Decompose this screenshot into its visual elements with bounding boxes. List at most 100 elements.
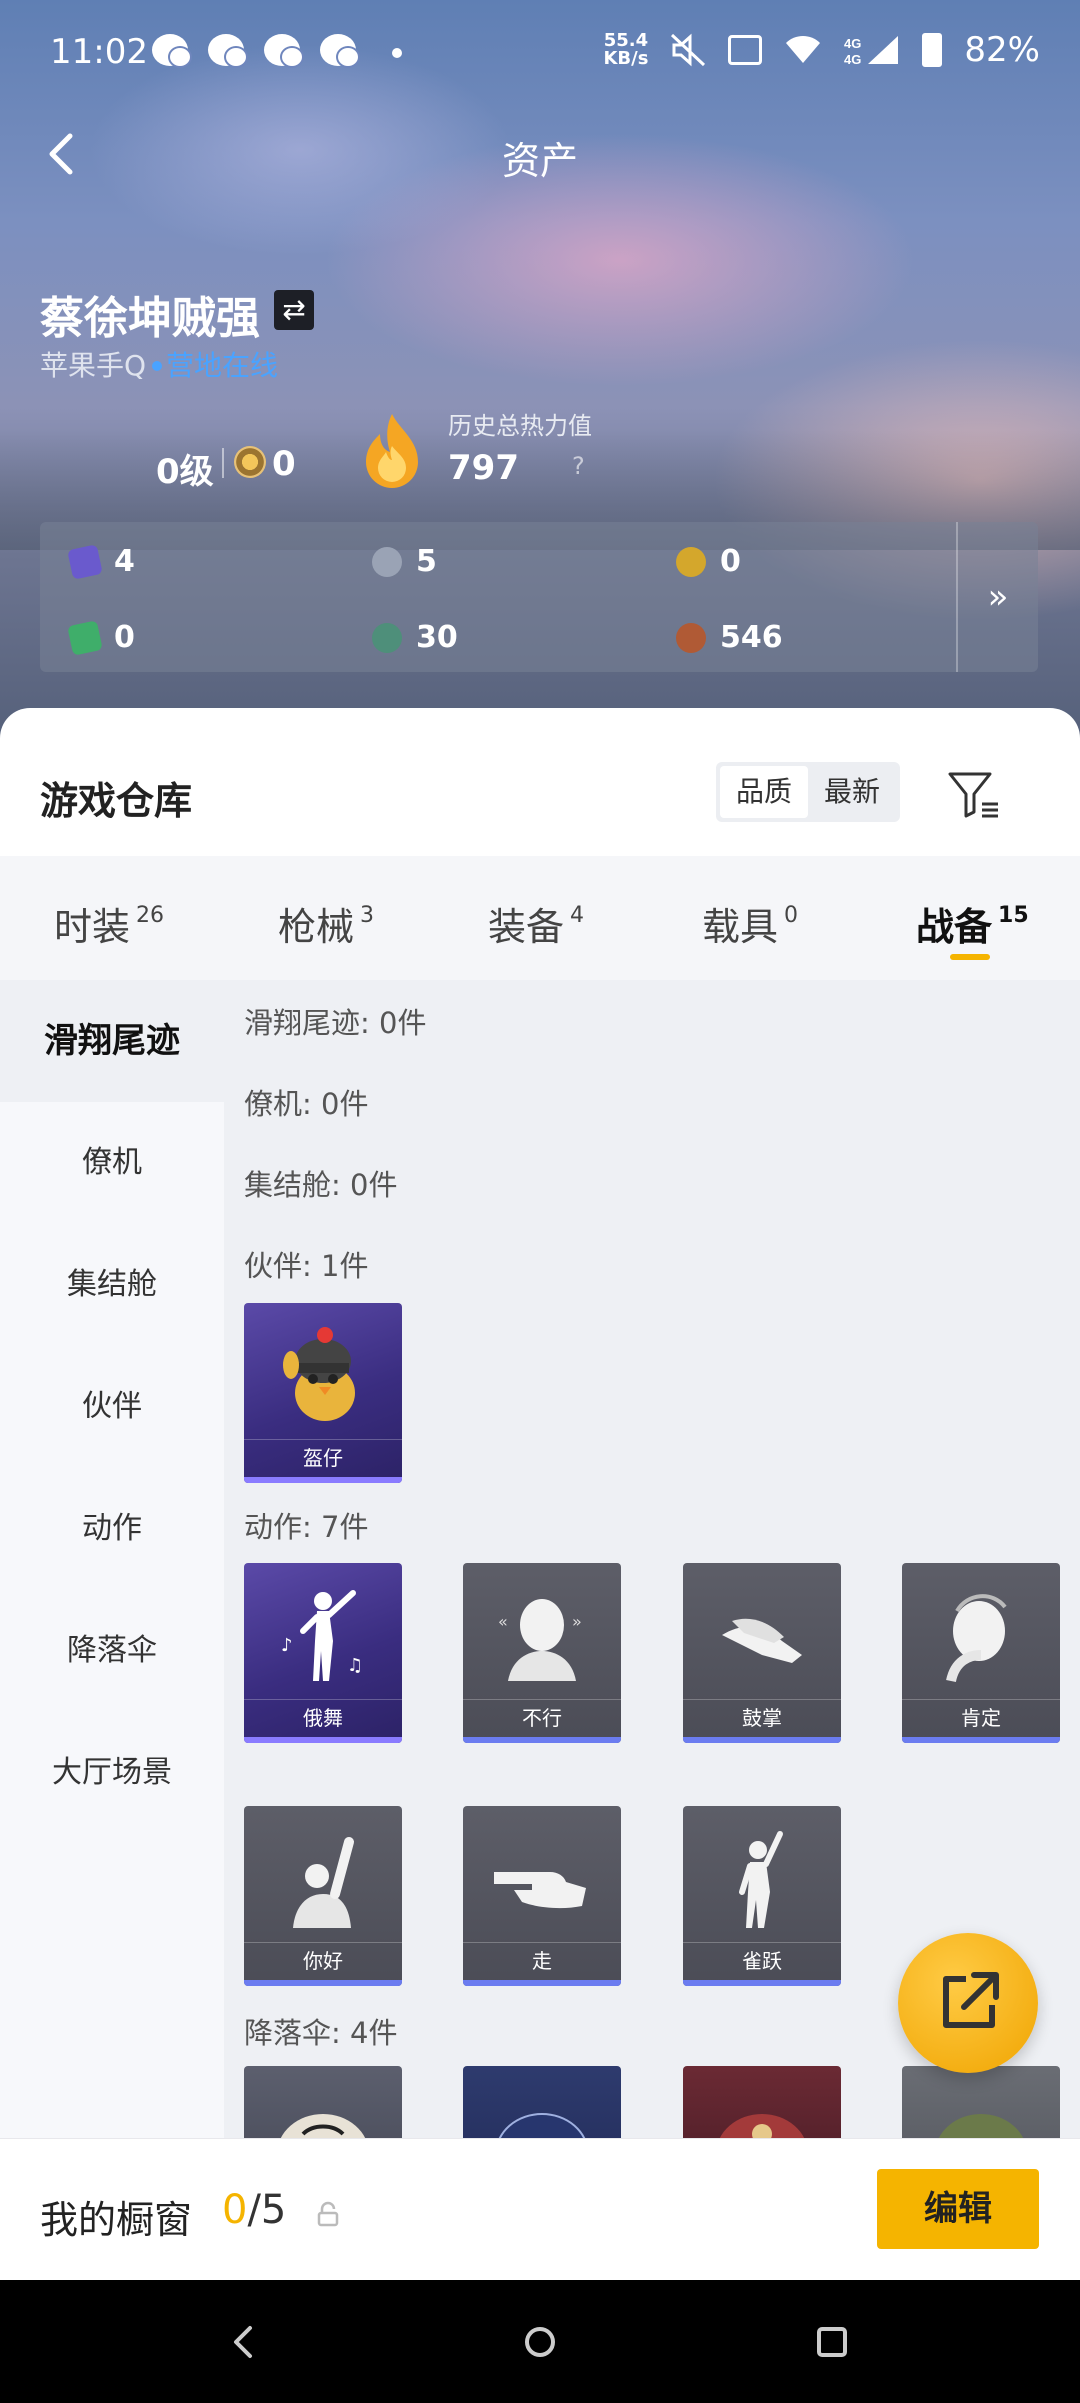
head-shake-icon: « » <box>498 1599 582 1681</box>
pointing-hand-icon <box>494 1872 586 1909</box>
showcase-label: 我的橱窗 <box>40 2198 193 2242</box>
item-tile[interactable]: « » 不行 <box>463 1563 621 1743</box>
item-tile[interactable]: 肯定 <box>902 1563 1060 1743</box>
sidebar-item-lobby-scene[interactable]: 大厅场景 <box>0 1712 224 1834</box>
more-notifications-dot <box>392 48 402 58</box>
item-tile[interactable]: 雀跃 <box>683 1806 841 1986</box>
share-button[interactable] <box>898 1933 1038 2073</box>
bronze-coin-icon <box>676 622 706 653</box>
nav-back-icon[interactable] <box>216 2314 272 2370</box>
currency-item: 30 <box>372 620 458 655</box>
chick-partner-icon <box>283 1327 355 1421</box>
rank-value: 0 <box>272 444 296 484</box>
item-name: 不行 <box>463 1699 621 1735</box>
item-name: 俄舞 <box>244 1699 402 1735</box>
currency-item: 546 <box>676 620 783 655</box>
sidebar-item-partner[interactable]: 伙伴 <box>0 1346 224 1468</box>
rarity-bar <box>244 1737 402 1743</box>
gold-coin-icon <box>676 546 706 577</box>
tab-weapons[interactable]: 枪械 3 <box>278 896 374 951</box>
currency-item: 5 <box>372 544 437 579</box>
wechat-icon <box>208 34 248 68</box>
sort-quality-option[interactable]: 品质 <box>720 766 808 818</box>
parachute-icon <box>498 2113 586 2138</box>
group-label-glide: 滑翔尾迹: 0件 <box>244 1006 427 1040</box>
silver-coin-icon <box>372 546 402 577</box>
wechat-icon <box>264 34 304 68</box>
status-bar: 11:02 55.4 KB/s 4G 4G 82% <box>0 0 1080 100</box>
item-name: 鼓掌 <box>683 1699 841 1735</box>
rarity-bar <box>902 1737 1060 1743</box>
item-tile[interactable] <box>902 2066 1060 2138</box>
group-label-capsule: 集结舱: 0件 <box>244 1168 398 1202</box>
player-status: 苹果手Q 营地在线 <box>40 344 278 384</box>
svg-text:»: » <box>572 1612 582 1631</box>
wifi-icon <box>786 35 821 63</box>
showcase-count: 0/5 <box>222 2187 287 2233</box>
rarity-bar <box>244 1477 402 1483</box>
edit-button[interactable]: 编辑 <box>877 2169 1039 2249</box>
group-label-partner: 伙伴: 1件 <box>244 1249 369 1283</box>
battery-icon <box>922 33 943 67</box>
nav-home-icon[interactable] <box>512 2314 568 2370</box>
status-indicators: 55.4 KB/s 4G 4G 82% <box>603 30 1040 70</box>
wechat-icon <box>152 34 192 68</box>
sidebar-item-capsule[interactable]: 集结舱 <box>0 1224 224 1346</box>
item-name: 你好 <box>244 1942 402 1978</box>
mute-icon <box>671 33 706 67</box>
rarity-bar <box>683 1737 841 1743</box>
tab-gear[interactable]: 战备 15 <box>916 896 1029 951</box>
showcase-bar: 我的橱窗 0/5 编辑 <box>0 2138 1080 2280</box>
sidebar-item-wingman[interactable]: 僚机 <box>0 1102 224 1224</box>
lock-icon <box>317 2201 339 2227</box>
green-orb-icon <box>372 622 402 653</box>
item-name: 肯定 <box>902 1699 1060 1735</box>
item-name: 雀跃 <box>683 1942 841 1978</box>
heat-value: 797 <box>448 448 519 488</box>
tab-vehicles[interactable]: 载具 0 <box>702 896 798 951</box>
active-tab-indicator <box>950 954 990 960</box>
warehouse-card: 游戏仓库 品质 最新 时装 26 枪械 3 装备 4 载具 0 战备 15 滑翔尾迹 僚机… <box>0 708 1080 2138</box>
help-icon[interactable]: ? <box>572 452 585 480</box>
waving-hand-icon <box>293 1837 354 1928</box>
svg-text:4G: 4G <box>844 36 861 51</box>
network-speed: 55.4 KB/s <box>603 30 649 69</box>
nav-recents-icon[interactable] <box>804 2314 860 2370</box>
sort-newest-option[interactable]: 最新 <box>808 766 896 818</box>
sidebar-item-glide-trail[interactable]: 滑翔尾迹 <box>0 980 224 1102</box>
group-label-wingman: 僚机: 0件 <box>244 1087 369 1121</box>
category-tabs: 时装 26 枪械 3 装备 4 载具 0 战备 15 <box>0 856 1080 980</box>
item-tile[interactable] <box>463 2066 621 2138</box>
sort-toggle: 品质 最新 <box>716 762 900 822</box>
rank-badge-icon <box>234 446 266 478</box>
item-tile[interactable]: 鼓掌 <box>683 1563 841 1743</box>
tab-equipment[interactable]: 装备 4 <box>488 896 584 951</box>
status-time: 11:02 <box>50 32 148 72</box>
notification-icons <box>152 34 360 68</box>
item-tile[interactable]: 你好 <box>244 1806 402 1986</box>
item-tile[interactable]: 盔仔 <box>244 1303 402 1483</box>
rarity-bar <box>683 1980 841 1986</box>
tab-fashion[interactable]: 时装 26 <box>54 896 164 951</box>
item-tile[interactable]: 走 <box>463 1806 621 1986</box>
item-name: 走 <box>463 1942 621 1978</box>
item-tile[interactable]: ♪ ♫ 俄舞 <box>244 1563 402 1743</box>
currency-panel: 4 5 0 0 30 546 » <box>40 522 1038 672</box>
item-tile[interactable] <box>683 2066 841 2138</box>
rarity-bar <box>463 1737 621 1743</box>
online-status: 营地在线 <box>166 349 279 382</box>
group-label-emote: 动作: 7件 <box>244 1510 369 1544</box>
signal-icon: 4G4G <box>844 36 899 66</box>
flame-icon <box>366 414 418 488</box>
sidebar-item-parachute[interactable]: 降落伞 <box>0 1590 224 1712</box>
filter-icon[interactable] <box>946 766 1002 822</box>
currency-item: 4 <box>67 543 135 580</box>
more-currency-button[interactable]: » <box>956 522 1038 672</box>
svg-text:«: « <box>498 1612 508 1631</box>
switch-account-icon[interactable]: ⇄ <box>274 290 314 330</box>
parachute-icon <box>938 2114 1024 2138</box>
share-icon <box>943 1972 999 2028</box>
item-tile[interactable] <box>244 2066 402 2138</box>
sidebar-item-emote[interactable]: 动作 <box>0 1468 224 1590</box>
currency-item: 0 <box>676 544 741 579</box>
